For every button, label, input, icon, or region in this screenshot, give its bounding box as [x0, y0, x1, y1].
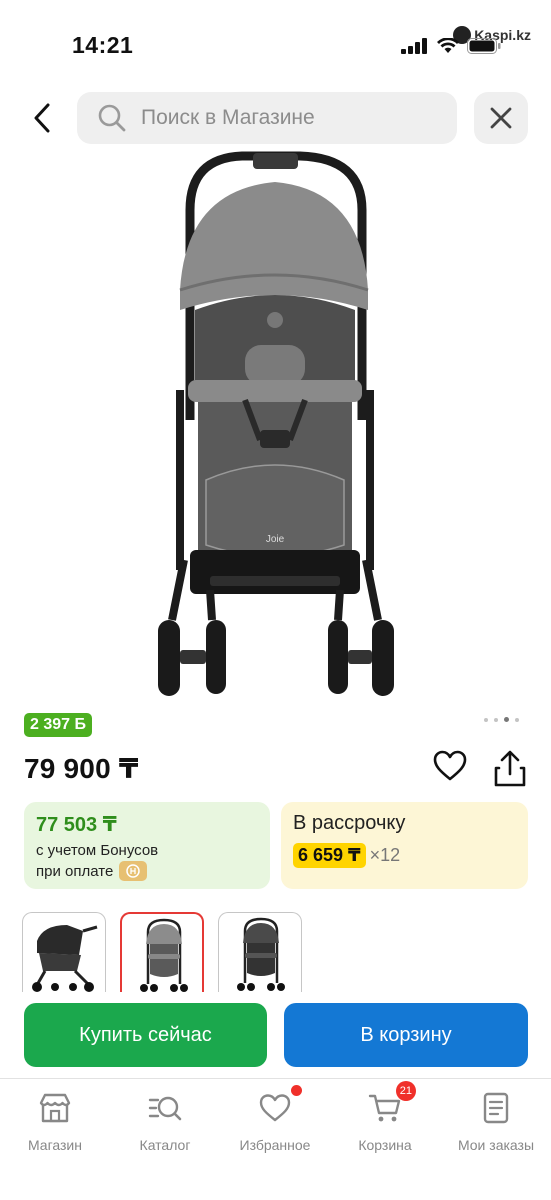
svg-text:Joie: Joie	[266, 534, 285, 545]
tab-cart[interactable]: 21 Корзина	[330, 1081, 440, 1153]
tab-label: Мои заказы	[457, 1137, 535, 1153]
tab-orders[interactable]: Мои заказы	[441, 1091, 551, 1153]
baby-stroller-image: Joie	[158, 151, 394, 696]
tab-label: Магазин	[27, 1137, 82, 1153]
gallery-dot-active	[504, 717, 509, 722]
installment-label: В рассрочку	[293, 812, 406, 834]
tab-store[interactable]: Магазин	[0, 1091, 110, 1153]
share-icon	[494, 750, 526, 787]
tab-favorites[interactable]: Избранное	[220, 1085, 330, 1153]
installment-row: 6 659 ₸ ×12	[293, 843, 516, 868]
close-icon	[490, 107, 512, 129]
gallery-dot	[484, 717, 488, 722]
bonus-badge: 2 397 Б	[24, 713, 92, 737]
search-icon	[98, 104, 126, 132]
search-input[interactable]	[141, 106, 441, 130]
catalog-search-icon	[148, 1091, 182, 1125]
tab-label: Избранное	[239, 1137, 311, 1153]
battery-icon	[467, 38, 501, 54]
signal-icon	[401, 38, 427, 54]
product-image[interactable]: Joie	[150, 150, 400, 700]
stroller-thumbnail-image	[32, 925, 98, 992]
bonus-price-line2-row: при оплате	[36, 861, 258, 881]
heart-icon	[433, 750, 467, 781]
cart-count-badge: 21	[395, 1081, 416, 1101]
status-icons	[401, 38, 501, 54]
status-time: 14:21	[72, 32, 134, 58]
favorite-button[interactable]	[432, 748, 470, 786]
stroller-thumbnail-image	[237, 917, 285, 991]
share-button[interactable]	[492, 748, 528, 788]
buy-now-button[interactable]: Купить сейчас	[24, 1003, 267, 1067]
heart-icon	[258, 1085, 302, 1125]
installment-card[interactable]: В рассрочку 6 659 ₸ ×12	[281, 802, 528, 889]
bonus-price-amount: 77 503 ₸	[36, 814, 117, 836]
orders-icon	[479, 1091, 513, 1125]
stroller-thumbnail-image	[140, 918, 188, 992]
search-box[interactable]	[77, 92, 457, 144]
gallery-dot	[515, 717, 519, 722]
close-button[interactable]	[474, 92, 528, 144]
tab-label: Каталог	[139, 1137, 191, 1153]
variant-thumbnail[interactable]	[22, 912, 106, 992]
variant-thumbnail-selected[interactable]	[120, 912, 204, 992]
back-button[interactable]	[24, 100, 60, 136]
bonus-price-card: 77 503 ₸ с учетом Бонусов при оплате	[24, 802, 270, 889]
gallery-pagination	[484, 717, 519, 722]
tab-catalog[interactable]: Каталог	[110, 1091, 220, 1153]
search-header	[0, 92, 551, 146]
bonus-price-line1: с учетом Бонусов	[36, 842, 159, 859]
bonus-coin-icon	[119, 861, 148, 881]
bottom-tab-bar: Магазин Каталог Избранное 21 Корзина Мои…	[0, 1078, 551, 1200]
product-price: 79 900 ₸	[24, 753, 139, 784]
bonus-price-line2: при оплате	[36, 862, 114, 880]
notification-dot	[291, 1085, 302, 1096]
variant-thumbnail[interactable]	[218, 912, 302, 992]
gallery-dot	[494, 717, 498, 722]
chevron-left-icon	[34, 103, 50, 133]
status-bar: 14:21 Kaspi.kz	[0, 0, 551, 80]
installment-amount: 6 659 ₸	[293, 843, 366, 868]
tab-label: Корзина	[358, 1137, 412, 1153]
store-icon	[38, 1091, 72, 1125]
wifi-icon	[437, 38, 459, 53]
installment-multiplier: ×12	[369, 845, 401, 865]
cart-icon: 21	[368, 1081, 416, 1125]
add-to-cart-button[interactable]: В корзину	[284, 1003, 528, 1067]
